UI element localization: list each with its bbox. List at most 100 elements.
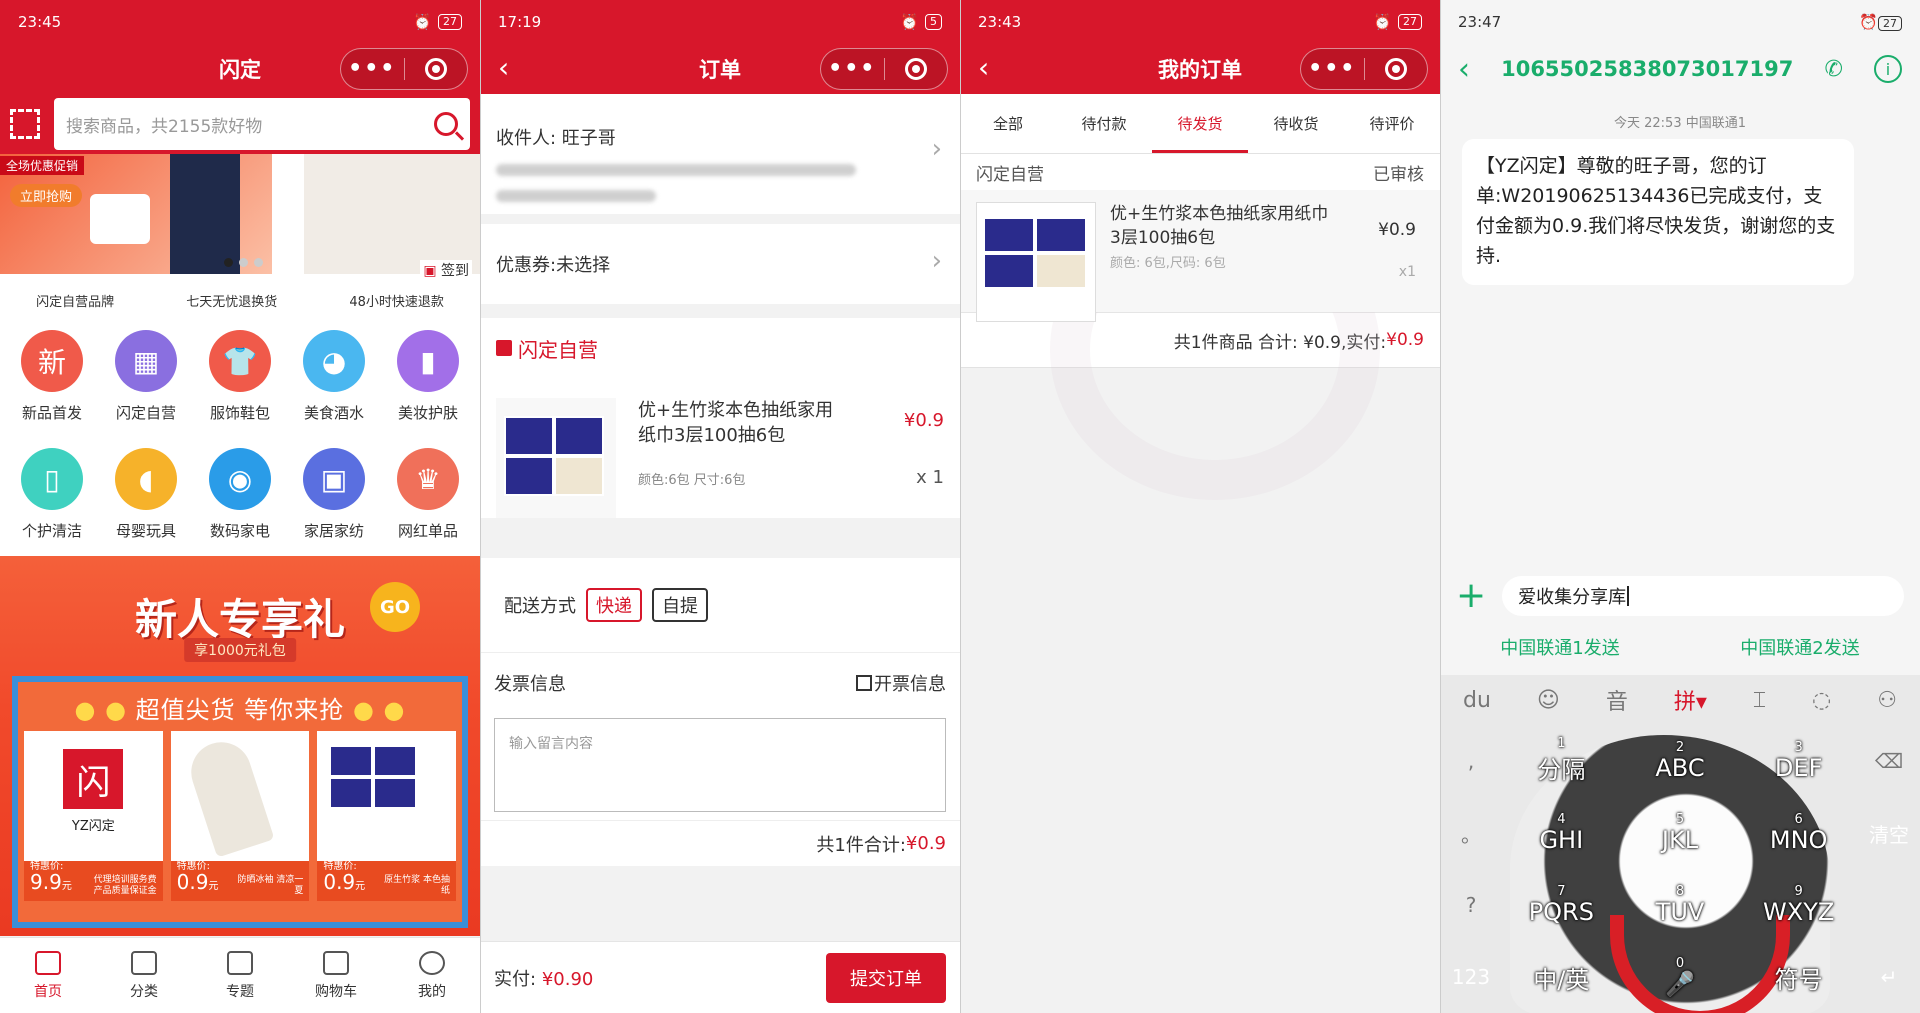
page-title: 订单 — [699, 58, 741, 82]
category-item[interactable]: 新新品首发 — [5, 324, 99, 442]
keyboard-tool-icon[interactable]: ⚇ — [1877, 688, 1897, 713]
punct-key[interactable]: ? — [1440, 869, 1502, 941]
t9-key[interactable]: 7 PQRS — [1502, 869, 1621, 941]
product-image — [496, 398, 616, 518]
t9-key[interactable]: 5 JKL — [1621, 797, 1740, 869]
banner-buy-button[interactable]: 立即抢购 — [10, 184, 83, 207]
t9-key[interactable]: 0 🎤 — [1621, 941, 1740, 1013]
deal-card[interactable]: 特惠价: 0.9元 防晒冰袖 清凉一夏 — [170, 731, 310, 901]
keyboard-tool-icon[interactable]: ⌶ — [1753, 688, 1766, 713]
punct-key[interactable]: 。 — [1440, 797, 1502, 869]
deal-card[interactable]: 特惠价: 0.9元 原生竹浆 本色抽纸 — [317, 731, 457, 901]
category-icon: ▯ — [21, 448, 83, 510]
send-sim2-button[interactable]: 中国联通2发送 — [1740, 634, 1859, 660]
more-icon[interactable]: ••• — [821, 58, 884, 80]
category-item[interactable]: 👕 服饰鞋包 — [193, 324, 287, 442]
product-price: ¥0.9 — [903, 410, 944, 431]
t9-key[interactable]: 1 分隔 — [1502, 725, 1621, 797]
shipping-pickup-option[interactable]: 自提 — [652, 588, 708, 622]
order-header: 闪定自营 已审核 — [960, 154, 1440, 190]
category-item[interactable]: ◖ 母婴玩具 — [99, 442, 193, 560]
store-name: 闪定自营 — [518, 337, 598, 362]
more-icon[interactable]: ••• — [341, 58, 404, 80]
deal-card[interactable]: 闪 YZ闪定 特惠价: 9.9元 代理培训服务费 产品质量保证金 — [24, 731, 163, 901]
go-badge[interactable]: GO — [370, 582, 420, 632]
enter-key[interactable]: ↵ — [1858, 941, 1920, 1013]
order-tab[interactable]: 待收货 — [1248, 94, 1344, 153]
keyboard-tool-icon[interactable]: 拼▾ — [1674, 684, 1707, 716]
keyboard-tool-icon[interactable]: ☺ — [1537, 688, 1560, 713]
send-row: 中国联通1发送 中国联通2发送 — [1440, 626, 1920, 668]
t9-key[interactable]: 3 DEF — [1739, 725, 1858, 797]
tab-cart[interactable]: 购物车 — [288, 938, 384, 1013]
add-attachment-icon[interactable]: + — [1456, 578, 1486, 614]
promo-banner[interactable]: 全场优惠促销 立即抢购 ▣ 签到 — [0, 154, 480, 284]
category-item[interactable]: ▣ 家居家纺 — [287, 442, 381, 560]
category-item[interactable]: ▯ 个护清洁 — [5, 442, 99, 560]
order-tab[interactable]: 待评价 — [1344, 94, 1440, 153]
message-input[interactable]: 爱收集分享库 — [1502, 576, 1904, 616]
category-item[interactable]: ◕ 美食酒水 — [287, 324, 381, 442]
num-mode-key[interactable]: 123 — [1440, 941, 1502, 1013]
keyboard-tool-icon[interactable]: du — [1463, 688, 1491, 713]
status-bar: 17:19 ⏰ 5 — [480, 0, 960, 44]
miniapp-capsule: ••• — [340, 48, 468, 90]
back-icon[interactable]: ‹ — [978, 54, 989, 82]
order-tab[interactable]: 全部 — [960, 94, 1056, 153]
category-label: 母婴玩具 — [115, 522, 176, 540]
product-row[interactable]: 优+生竹浆本色抽纸家用纸巾3层100抽6包 颜色:6包 尺寸:6包 ¥0.9 x… — [480, 378, 960, 518]
punct-key[interactable]: , — [1440, 725, 1502, 797]
t9-key[interactable]: 6 MNO — [1739, 797, 1858, 869]
deal-cards: 闪 YZ闪定 特惠价: 9.9元 代理培训服务费 产品质量保证金 特惠价: 0.9元防… — [18, 725, 462, 907]
close-miniapp-icon[interactable] — [885, 58, 948, 80]
invoice-checkbox[interactable]: 开票信息 — [856, 670, 946, 696]
backspace-key[interactable]: ⌫ — [1858, 725, 1920, 797]
send-sim1-button[interactable]: 中国联通1发送 — [1500, 634, 1619, 660]
address-section[interactable]: 收件人: 旺子哥 › — [480, 94, 960, 214]
keyboard-tool-icon[interactable]: 音 — [1606, 684, 1628, 716]
phone-icon[interactable]: ✆ — [1824, 57, 1842, 82]
category-item[interactable]: ◉ 数码家电 — [193, 442, 287, 560]
t9-key[interactable]: 符号 — [1739, 941, 1858, 1013]
scan-icon[interactable] — [10, 109, 40, 139]
t9-key[interactable]: 8 TUV — [1621, 869, 1740, 941]
search-icon[interactable] — [434, 112, 458, 136]
more-icon[interactable]: ••• — [1301, 58, 1364, 80]
signin-button[interactable]: ▣ 签到 — [420, 260, 472, 280]
tab-profile[interactable]: 我的 — [384, 938, 480, 1013]
t9-key[interactable]: 9 WXYZ — [1739, 869, 1858, 941]
coupon-row[interactable]: 优惠券:未选择 › — [480, 224, 960, 304]
order-tab[interactable]: 待发货 — [1152, 94, 1248, 153]
tab-home[interactable]: 首页 — [0, 938, 96, 1013]
category-label: 家居家纺 — [303, 522, 364, 540]
close-miniapp-icon[interactable] — [1365, 58, 1428, 80]
tab-topics[interactable]: 专题 — [192, 938, 288, 1013]
status-time: 23:43 — [978, 13, 1022, 31]
message-textarea[interactable]: 输入留言内容 — [494, 718, 946, 812]
order-product[interactable]: 优+生竹浆本色抽纸家用纸巾3层100抽6包 颜色: 6包,尺码: 6包 ¥0.9… — [960, 190, 1440, 322]
t9-key[interactable]: 中/英 — [1502, 941, 1621, 1013]
new-user-banner[interactable]: 新人专享礼 享1000元礼包 GO ● ● 超值尖货 等你来抢 ● ● 闪 YZ… — [0, 556, 480, 936]
tissue-image — [329, 745, 374, 777]
t9-key[interactable]: 2 ABC — [1621, 725, 1740, 797]
chevron-right-icon: › — [931, 246, 942, 276]
category-item[interactable]: ▮ 美妆护肤 — [381, 324, 475, 442]
shipping-express-option[interactable]: 快递 — [586, 588, 642, 622]
tab-category[interactable]: 分类 — [96, 938, 192, 1013]
close-miniapp-icon[interactable] — [405, 58, 468, 80]
keyboard-tool-icon[interactable]: ◌ — [1812, 688, 1831, 713]
product-attrs: 颜色: 6包,尺码: 6包 — [1110, 256, 1226, 271]
message-meta: 今天 22:53 中国联通1 — [1614, 116, 1746, 131]
submit-order-button[interactable]: 提交订单 — [826, 952, 946, 1003]
info-icon[interactable]: i — [1873, 55, 1902, 83]
back-icon[interactable]: ‹ — [1458, 52, 1470, 87]
order-tab[interactable]: 待付款 — [1056, 94, 1152, 153]
category-icon: ▦ — [115, 330, 177, 392]
t9-key[interactable]: 4 GHI — [1502, 797, 1621, 869]
back-icon[interactable]: ‹ — [498, 54, 509, 82]
text-caret — [1627, 586, 1630, 606]
category-item[interactable]: ▦ 闪定自营 — [99, 324, 193, 442]
clear-key[interactable]: 清空 — [1858, 797, 1920, 869]
category-item[interactable]: ♛ 网红单品 — [381, 442, 475, 560]
search-input[interactable]: 搜索商品，共2155款好物 — [54, 98, 470, 150]
